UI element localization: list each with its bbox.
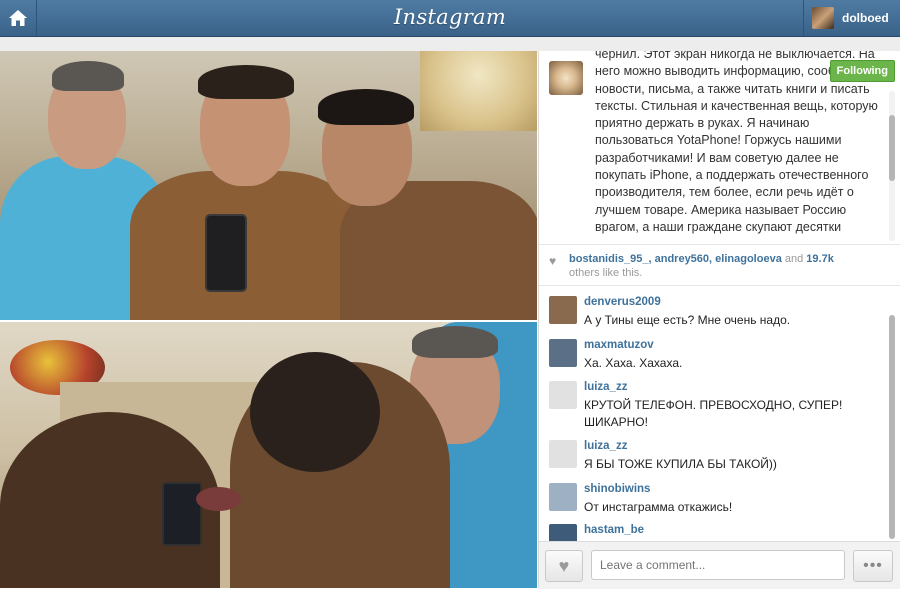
photo-panel-bottom [0,322,537,588]
liker-link[interactable]: andrey560 [655,253,709,265]
caption-area: чернил. Этот экран никогда не выключаетс… [539,51,900,244]
avatar[interactable] [549,381,577,409]
comment-text: А у Тины еще есть? Мне очень надо. [584,313,791,327]
comment-text: От инстаграмма откажись! [584,500,733,514]
avatar [812,7,834,29]
likes-count[interactable]: 19.7k [806,253,834,265]
comment-footer: ♥ ••• [539,541,900,589]
instagram-logo[interactable]: Instagram [0,5,900,29]
comment-item: luiza_zz Я БЫ ТОЖЕ КУПИЛА БЫ ТАКОЙ)) [539,435,879,477]
comment-item: luiza_zz КРУТОЙ ТЕЛЕФОН. ПРЕВОСХОДНО, СУ… [539,376,879,431]
post-sidebar: чернил. Этот экран никогда не выключаетс… [538,51,900,589]
comment-username[interactable]: hastam_be [584,524,644,536]
avatar[interactable] [549,296,577,324]
heart-icon: ♥ [558,555,570,576]
poster-avatar[interactable] [549,61,583,95]
caption-scroll-thumb[interactable] [889,115,895,181]
more-options-button[interactable]: ••• [853,550,893,582]
photo-panel-top [0,51,537,320]
comment-username[interactable]: luiza_zz [584,381,627,393]
comment-username[interactable]: luiza_zz [584,440,627,452]
user-menu[interactable]: dolboed [803,0,900,36]
comment-text: КРУТОЙ ТЕЛЕФОН. ПРЕВОСХОДНО, СУПЕР! ШИКА… [584,398,843,429]
avatar[interactable] [549,524,577,541]
heart-icon: ♥ [549,254,557,268]
comment-item: maxmatuzov Ха. Хаха. Хахаха. [539,334,879,376]
avatar[interactable] [549,483,577,511]
comment-text: Ха. Хаха. Хахаха. [584,356,683,370]
avatar[interactable] [549,440,577,468]
header-spacer [0,37,900,51]
avatar[interactable] [549,339,577,367]
comments-scrollbar[interactable] [889,315,895,539]
comment-username[interactable]: maxmatuzov [584,339,654,351]
comments-list: denverus2009 А у Тины еще есть? Мне очен… [539,289,900,541]
comment-item: shinobiwins От инстаграмма откажись! [539,478,879,520]
comment-item: denverus2009 А у Тины еще есть? Мне очен… [539,291,879,333]
comment-username[interactable]: denverus2009 [584,296,661,308]
likes-summary: bostanidis_95_, andrey560, elinagoloeva … [569,253,834,279]
likes-area: ♥ bostanidis_95_, andrey560, elinagoloev… [539,244,900,286]
comment-username[interactable]: shinobiwins [584,483,650,495]
caption-scrollbar[interactable] [889,91,895,241]
comment-item: hastam_be [539,519,879,541]
top-bar: Instagram dolboed [0,0,900,37]
likes-and: and [784,253,804,265]
comments-scroll-thumb[interactable] [889,315,895,539]
like-button[interactable]: ♥ [545,550,583,582]
liker-link[interactable]: bostanidis_95_, [569,253,652,265]
comment-text: Я БЫ ТОЖЕ КУПИЛА БЫ ТАКОЙ)) [584,457,777,471]
username-label: dolboed [842,11,889,25]
following-button[interactable]: Following [829,60,895,82]
post-photo[interactable] [0,51,537,588]
liker-link[interactable]: elinagoloeva [715,253,782,265]
likes-others: others like this. [569,267,643,279]
comment-input[interactable] [591,550,845,580]
